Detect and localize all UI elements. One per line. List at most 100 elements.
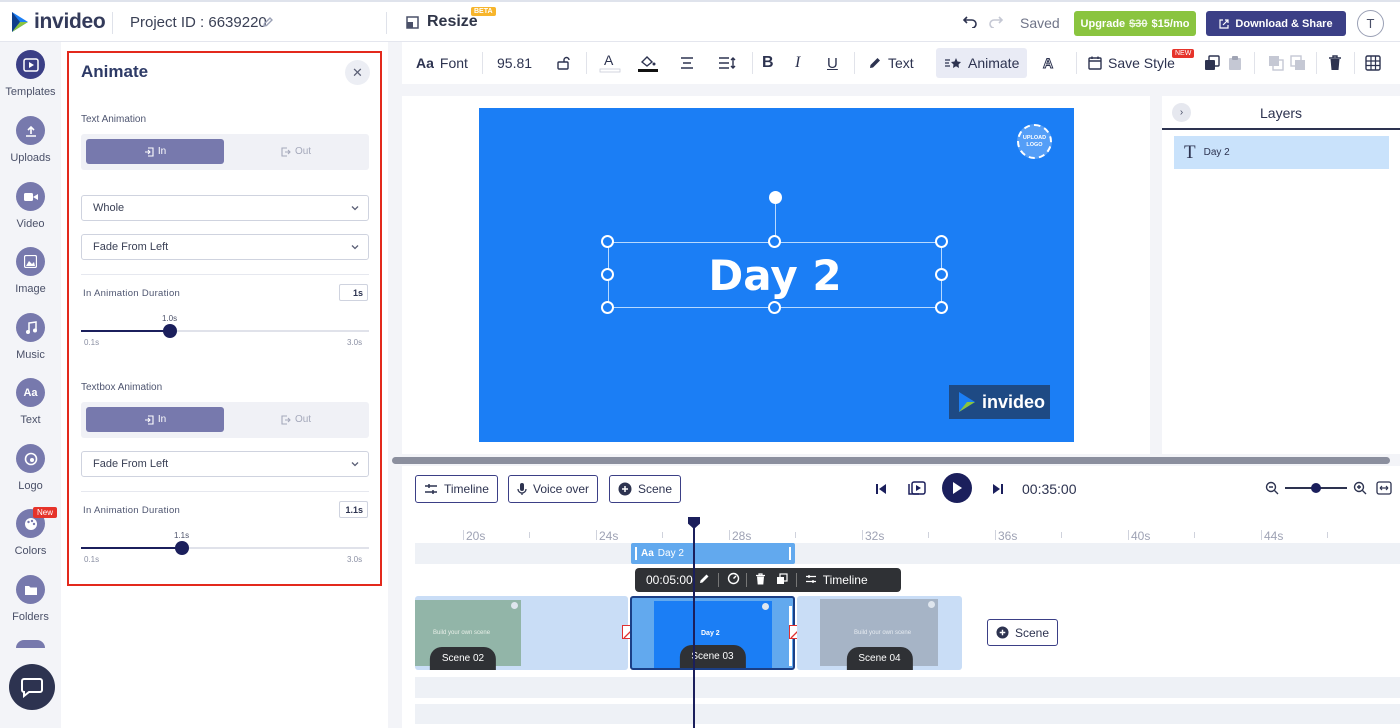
resize-handle-right[interactable] (935, 268, 948, 281)
sidebar-item-logo[interactable]: Logo (0, 444, 61, 492)
invideo-logo[interactable]: invideo (10, 10, 106, 34)
text-edit-button[interactable]: Text (868, 42, 914, 84)
rotate-handle[interactable] (769, 191, 782, 204)
text-animation-out-button[interactable]: Out (227, 139, 365, 164)
edit-project-pencil-icon[interactable] (262, 15, 274, 33)
playhead[interactable] (693, 518, 695, 728)
sidebar-item-image[interactable]: Image (0, 247, 61, 295)
clip-left-handle[interactable] (635, 547, 637, 560)
textbox-animation-effect-select[interactable]: Fade From Left (81, 451, 369, 477)
scene-clip-03[interactable]: Day 2 Scene 03 (630, 596, 795, 670)
send-backward-icon[interactable] (1290, 42, 1306, 84)
textbox-duration-label: In Animation Duration (83, 505, 181, 516)
save-style-button[interactable]: Save Style (1088, 42, 1175, 84)
divider (1354, 52, 1355, 74)
text-effects-icon[interactable]: A (1042, 42, 1058, 84)
clip-timeline-button[interactable]: Timeline (823, 573, 868, 587)
slider-value: 1.1s (174, 531, 190, 540)
sidebar-item-uploads[interactable]: Uploads (0, 116, 61, 164)
plus-circle-icon (618, 482, 632, 496)
user-avatar[interactable]: T (1357, 10, 1384, 37)
text-clip[interactable]: Aa Day 2 (631, 543, 795, 564)
sidebar-item-templates[interactable]: Templates (0, 50, 61, 98)
font-button[interactable]: Aa Font (416, 42, 468, 84)
sidebar-item-music[interactable]: Music (0, 313, 61, 361)
download-share-button[interactable]: Download & Share (1206, 11, 1346, 36)
sidebar-item-folders[interactable]: Folders (0, 575, 61, 623)
delete-icon[interactable] (1328, 42, 1342, 84)
close-panel-button[interactable]: ✕ (345, 60, 370, 85)
italic-icon[interactable]: I (795, 42, 800, 84)
preview-loop-icon[interactable] (907, 479, 927, 502)
chat-button[interactable] (9, 664, 55, 710)
textbox-animation-in-button[interactable]: In (86, 407, 224, 432)
layer-item[interactable]: T Day 2 (1174, 136, 1389, 169)
bold-icon[interactable]: B (762, 42, 774, 84)
canvas-scrollbar[interactable] (392, 457, 1390, 464)
collapse-layers-button[interactable]: › (1172, 103, 1191, 122)
play-button[interactable] (942, 473, 972, 503)
selection-box[interactable] (608, 242, 942, 308)
slider-handle[interactable] (175, 541, 189, 555)
redo-icon[interactable] (988, 14, 1004, 33)
resize-handle-left[interactable] (601, 268, 614, 281)
ruler-label: 40s (1131, 529, 1151, 543)
slider-handle[interactable] (163, 324, 177, 338)
paste-style-icon[interactable] (1228, 42, 1242, 84)
copy-style-icon[interactable] (1204, 42, 1220, 84)
sidebar-item-video[interactable]: Video (0, 182, 61, 230)
resize-handle-top-left[interactable] (601, 235, 614, 248)
trash-icon[interactable] (755, 572, 766, 588)
bring-forward-icon[interactable] (1268, 42, 1284, 84)
skip-forward-icon[interactable] (992, 482, 1004, 500)
scrollbar-thumb[interactable] (392, 457, 1390, 464)
animate-button[interactable]: Animate (936, 48, 1028, 78)
scene-clip-02[interactable]: Build your own scene Scene 02 (415, 596, 628, 670)
fit-timeline-icon[interactable] (1376, 481, 1392, 500)
resize-handle-top-right[interactable] (935, 235, 948, 248)
zoom-in-icon[interactable] (1353, 481, 1367, 500)
resize-handle-bottom-left[interactable] (601, 301, 614, 314)
clip-right-handle[interactable] (789, 547, 791, 560)
resize-handle-top[interactable] (768, 235, 781, 248)
textbox-animation-out-button[interactable]: Out (227, 407, 365, 432)
resize-handle-bottom-right[interactable] (935, 301, 948, 314)
align-icon[interactable] (680, 42, 694, 84)
speed-icon[interactable] (727, 572, 740, 588)
line-spacing-icon[interactable] (718, 42, 736, 84)
text-duration-slider[interactable]: 1.0s (81, 314, 369, 338)
voice-over-button[interactable]: Voice over (508, 475, 599, 503)
grid-icon[interactable] (1365, 42, 1381, 84)
text-animation-scope-select[interactable]: Whole (81, 195, 369, 221)
text-color-button[interactable]: A (598, 42, 622, 84)
unlock-icon[interactable] (556, 42, 570, 84)
upload-logo-placeholder[interactable]: UPLOAD LOGO (1017, 124, 1052, 159)
sidebar-item-text[interactable]: Aa Text (0, 378, 61, 426)
underline-icon[interactable]: U (827, 42, 838, 84)
add-scene-toolbar-button[interactable]: Scene (609, 475, 682, 503)
zoom-slider[interactable] (1285, 483, 1347, 493)
undo-icon[interactable] (962, 14, 978, 33)
textbox-duration-input[interactable]: 1.1s (339, 501, 368, 518)
text-animation-in-button[interactable]: In (86, 139, 224, 164)
ruler-minor-tick (529, 532, 530, 538)
scene-clip-04[interactable]: Build your own scene Scene 04 (797, 596, 962, 670)
text-animation-effect-select[interactable]: Fade From Left (81, 234, 369, 260)
upgrade-button[interactable]: Upgrade $30 $15/mo (1074, 11, 1196, 36)
zoom-slider-handle[interactable] (1311, 483, 1321, 493)
timeline-button[interactable]: Timeline (415, 475, 498, 503)
skip-back-icon[interactable] (875, 482, 887, 500)
textbox-duration-slider[interactable]: 1.1s (81, 531, 369, 555)
edit-pencil-icon[interactable] (699, 573, 710, 587)
zoom-out-icon[interactable] (1265, 481, 1279, 500)
paint-bucket-icon (638, 56, 658, 72)
text-duration-input[interactable]: 1s (339, 284, 368, 301)
new-badge: NEW (1172, 49, 1195, 58)
sidebar-item-colors[interactable]: Colors New (0, 507, 61, 557)
font-size-input[interactable]: 95.81 (497, 42, 532, 84)
add-scene-button[interactable]: Scene (987, 619, 1059, 646)
duplicate-icon[interactable] (776, 572, 788, 588)
resize-handle-bottom[interactable] (768, 301, 781, 314)
resize-button[interactable]: Resize (406, 13, 478, 31)
highlight-color-button[interactable] (636, 42, 660, 84)
